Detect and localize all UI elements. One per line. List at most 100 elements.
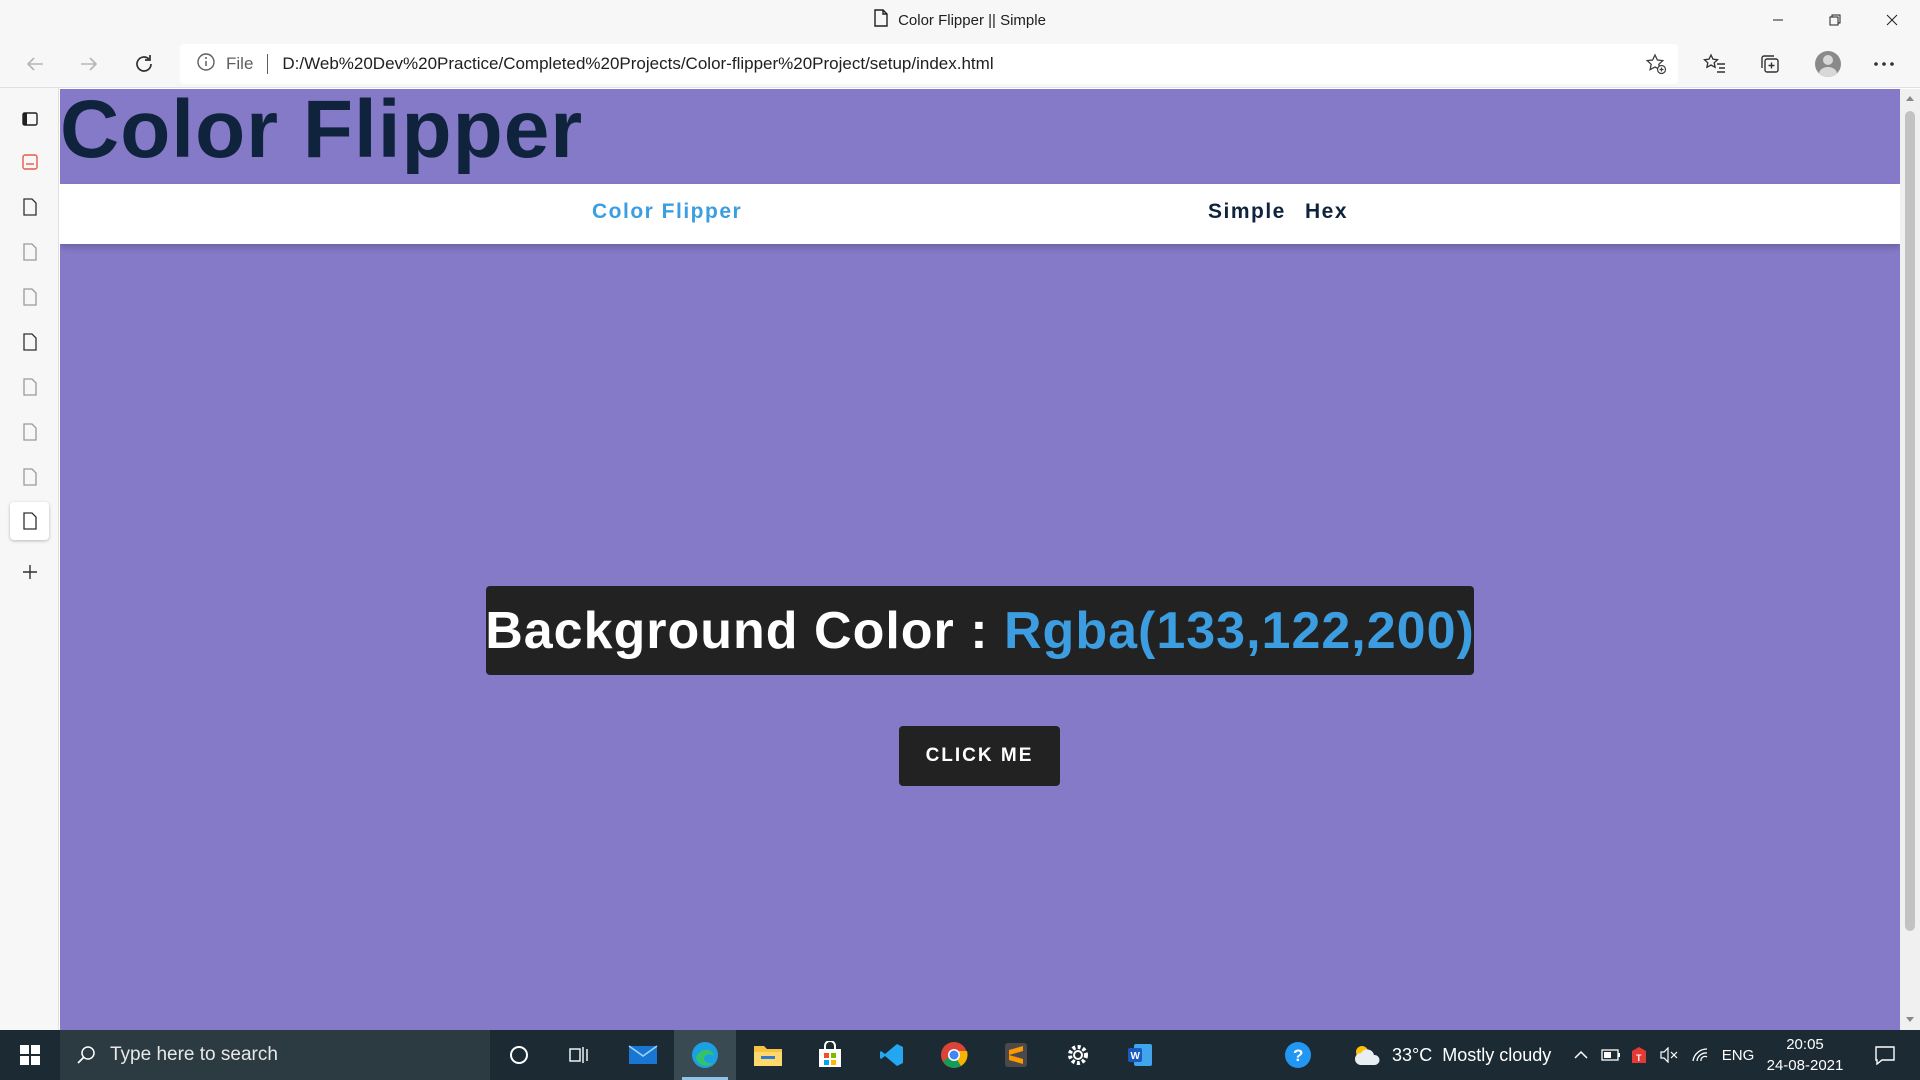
taskbar-clock[interactable]: 20:05 24-08-2021: [1760, 1034, 1850, 1076]
window-titlebar: Color Flipper || Simple: [0, 0, 1920, 40]
svg-text:?: ?: [1293, 1046, 1303, 1065]
task-view-button[interactable]: [555, 1030, 605, 1080]
profile-button[interactable]: [1810, 46, 1846, 82]
taskbar: Type here to search W ? 33°C Mostly clou…: [0, 1030, 1920, 1080]
taskbar-store[interactable]: [804, 1030, 856, 1080]
page-icon: [874, 8, 888, 32]
page-icon: [22, 378, 37, 396]
notifications-button[interactable]: [1860, 1030, 1910, 1080]
new-tab-button[interactable]: [10, 553, 49, 591]
page-icon: [22, 198, 37, 216]
nav-link-hex[interactable]: Hex: [1305, 200, 1348, 224]
page-icon: [22, 468, 37, 486]
scrollbar-thumb[interactable]: [1905, 111, 1915, 931]
taskbar-sublime[interactable]: [990, 1030, 1042, 1080]
cortana-button[interactable]: [495, 1030, 543, 1080]
cortana-icon: [510, 1046, 528, 1064]
address-bar[interactable]: File D:/Web%20Dev%20Practice/Completed%2…: [180, 44, 1678, 84]
click-me-button[interactable]: CLICK ME: [899, 726, 1060, 786]
refresh-button[interactable]: [126, 46, 162, 82]
taskbar-search[interactable]: Type here to search: [60, 1030, 490, 1080]
restore-icon: [1829, 14, 1840, 26]
scroll-down-icon[interactable]: [1905, 1015, 1915, 1025]
address-separator: [267, 54, 269, 74]
vertical-tab[interactable]: [10, 278, 49, 316]
settings-more-button[interactable]: [1866, 46, 1902, 82]
battery-icon[interactable]: [1598, 1030, 1624, 1080]
vertical-tab-active[interactable]: [10, 502, 49, 540]
close-window-button[interactable]: [1863, 0, 1920, 40]
more-dots-icon: [1874, 62, 1894, 66]
restore-button[interactable]: [1806, 0, 1863, 40]
vertical-tab[interactable]: [10, 413, 49, 451]
vertical-tab[interactable]: [10, 233, 49, 271]
color-display: Background Color : Rgba(133,122,200): [485, 586, 1475, 675]
vertical-tab[interactable]: [10, 458, 49, 496]
mail-icon: [628, 1045, 658, 1064]
collections-button[interactable]: [1752, 46, 1788, 82]
store-icon: [819, 1041, 841, 1067]
page-icon: [22, 512, 37, 530]
page-title: Color Flipper: [60, 89, 584, 175]
antivirus-icon[interactable]: T: [1626, 1030, 1652, 1080]
color-label: Background Color :: [485, 601, 1004, 660]
vertical-tab-pdf[interactable]: [10, 143, 49, 181]
windows-logo-icon: [20, 1045, 40, 1065]
svg-text:T: T: [1636, 1053, 1642, 1063]
site-navbar: Color Flipper Simple Hex: [60, 184, 1900, 244]
scroll-up-icon[interactable]: [1905, 93, 1915, 103]
start-button[interactable]: [0, 1030, 60, 1080]
page-icon: [22, 288, 37, 306]
search-placeholder: Type here to search: [110, 1044, 278, 1065]
taskbar-settings[interactable]: [1052, 1030, 1104, 1080]
add-favorite-icon[interactable]: [1644, 52, 1668, 76]
weather-cloudy-icon: [1355, 1046, 1380, 1065]
volume-muted-icon[interactable]: [1656, 1030, 1682, 1080]
chrome-icon: [941, 1042, 968, 1068]
taskbar-edge[interactable]: [674, 1030, 736, 1080]
language-indicator[interactable]: ENG: [1720, 1030, 1756, 1080]
minimize-button[interactable]: [1749, 0, 1806, 40]
notification-icon: [1875, 1046, 1895, 1065]
weather-widget[interactable]: 33°C Mostly cloudy: [1352, 1030, 1562, 1080]
vertical-scrollbar[interactable]: [1900, 89, 1920, 1030]
vertical-tabs-panel: [0, 88, 59, 1030]
url-text[interactable]: D:/Web%20Dev%20Practice/Completed%20Proj…: [282, 54, 993, 74]
word-icon: W: [1128, 1044, 1152, 1066]
taskbar-mail[interactable]: [618, 1030, 668, 1080]
tab-actions-button[interactable]: [10, 100, 49, 138]
vscode-icon: [880, 1044, 903, 1066]
refresh-icon: [136, 55, 152, 72]
close-icon: [1886, 14, 1897, 26]
plus-icon: [22, 565, 37, 579]
taskbar-chrome[interactable]: [928, 1030, 980, 1080]
vertical-tab[interactable]: [10, 188, 49, 226]
page-viewport: Color Flipper Color Flipper Simple Hex B…: [60, 89, 1900, 1030]
gear-icon: [1068, 1045, 1088, 1065]
nav-link-simple[interactable]: Simple: [1208, 200, 1286, 224]
svg-text:W: W: [1131, 1051, 1141, 1062]
file-scheme-label: File: [226, 54, 254, 73]
taskbar-vscode[interactable]: [866, 1030, 918, 1080]
favorites-button[interactable]: [1697, 46, 1733, 82]
info-icon[interactable]: [196, 52, 216, 77]
forward-arrow-icon: [81, 57, 98, 71]
help-icon[interactable]: ?: [1278, 1030, 1318, 1080]
search-icon: [77, 1046, 95, 1064]
vertical-tab[interactable]: [10, 323, 49, 361]
favorites-icon: [1703, 53, 1725, 73]
window-title: Color Flipper || Simple: [898, 11, 1046, 29]
vertical-tab[interactable]: [10, 368, 49, 406]
color-value: Rgba(133,122,200): [1004, 601, 1475, 660]
show-hidden-icons-button[interactable]: [1568, 1030, 1594, 1080]
weather-text: 33°C Mostly cloudy: [1392, 1044, 1552, 1065]
taskbar-word[interactable]: W: [1114, 1030, 1166, 1080]
wifi-icon[interactable]: [1688, 1030, 1714, 1080]
edge-icon: [692, 1042, 718, 1068]
taskbar-file-explorer[interactable]: [742, 1030, 794, 1080]
clock-date: 24-08-2021: [1766, 1057, 1844, 1074]
avatar: [1815, 51, 1841, 77]
back-button[interactable]: [17, 46, 53, 82]
forward-button[interactable]: [71, 46, 107, 82]
nav-brand-link[interactable]: Color Flipper: [592, 200, 742, 224]
